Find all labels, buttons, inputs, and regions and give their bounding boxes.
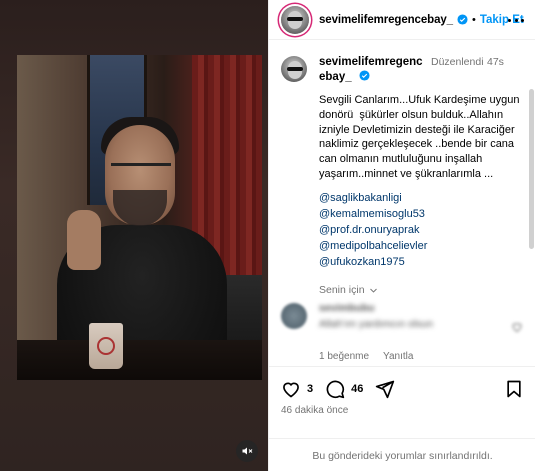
comment-meta: 1 beğenme Yanıtla xyxy=(319,351,413,362)
comment-avatar[interactable] xyxy=(281,303,307,329)
post-photo[interactable] xyxy=(17,55,262,380)
reply-button[interactable]: Yanıtla xyxy=(383,351,413,362)
heart-icon[interactable] xyxy=(511,321,523,333)
scrollbar[interactable] xyxy=(529,89,534,249)
share-icon xyxy=(376,380,395,399)
comment-likes[interactable]: 1 beğenme xyxy=(319,351,369,362)
share-button[interactable] xyxy=(375,379,395,399)
mute-button[interactable] xyxy=(236,440,258,462)
header-username[interactable]: sevimelifemregencebay_ xyxy=(319,14,453,26)
chevron-down-icon xyxy=(369,288,377,293)
edited-label: Düzenlendi xyxy=(431,56,484,68)
translation-toggle[interactable]: Senin için xyxy=(319,284,378,296)
likes-count[interactable]: 3 xyxy=(307,383,313,395)
bookmark-icon[interactable] xyxy=(504,379,524,399)
heart-icon xyxy=(283,382,299,398)
caption-avatar[interactable] xyxy=(281,56,307,82)
caption-text: Sevgili Canlarım...Ufuk Kardeşime uygun … xyxy=(319,94,523,180)
more-options-icon[interactable] xyxy=(508,12,524,28)
mention-link[interactable]: @medipolbahcelievler xyxy=(319,238,524,254)
caption-mentions: @saglikbakanligi @kemalmemisoglu53 @prof… xyxy=(319,190,524,270)
comment-text: Allah'ım yardımcın olsun xyxy=(319,318,434,330)
mention-link[interactable]: @saglikbakanligi xyxy=(319,190,524,206)
mention-link[interactable]: @kemalmemisoglu53 xyxy=(319,206,524,222)
mute-icon xyxy=(242,447,253,455)
avatar[interactable] xyxy=(281,5,309,34)
comment-button[interactable] xyxy=(325,379,345,399)
comments-limited-notice: Bu gönderideki yorumlar sınırlandırıldı. xyxy=(269,438,535,471)
translation-label: Senin için xyxy=(319,284,365,296)
post-media-pane xyxy=(0,0,268,471)
mention-link[interactable]: @ufukozkan1975 xyxy=(319,254,524,270)
mention-link[interactable]: @prof.dr.onuryaprak xyxy=(319,222,524,238)
caption-username[interactable]: sevimelifemregencebay_ xyxy=(319,55,427,85)
post-time-ago[interactable]: 46 dakika önce xyxy=(281,405,348,416)
like-button[interactable] xyxy=(281,379,301,399)
caption-time[interactable]: 47s xyxy=(487,55,517,70)
post-sidebar: sevimelifemregencebay_ • Takip Et sevime… xyxy=(268,0,535,471)
comments-count[interactable]: 46 xyxy=(351,383,363,395)
comment-username[interactable]: sevimbubu xyxy=(319,301,374,315)
post-header: sevimelifemregencebay_ • Takip Et xyxy=(269,0,535,40)
comment-icon xyxy=(326,380,345,399)
verified-badge-icon xyxy=(359,70,370,81)
verified-badge-icon xyxy=(457,14,468,25)
header-separator: • xyxy=(471,13,476,26)
post-actions: 3 46 46 dakika önce Bu gönderideki yorum… xyxy=(269,366,535,462)
comments-section: sevimelifemregencebay_ Düzenlendi 47s Se… xyxy=(269,41,535,366)
